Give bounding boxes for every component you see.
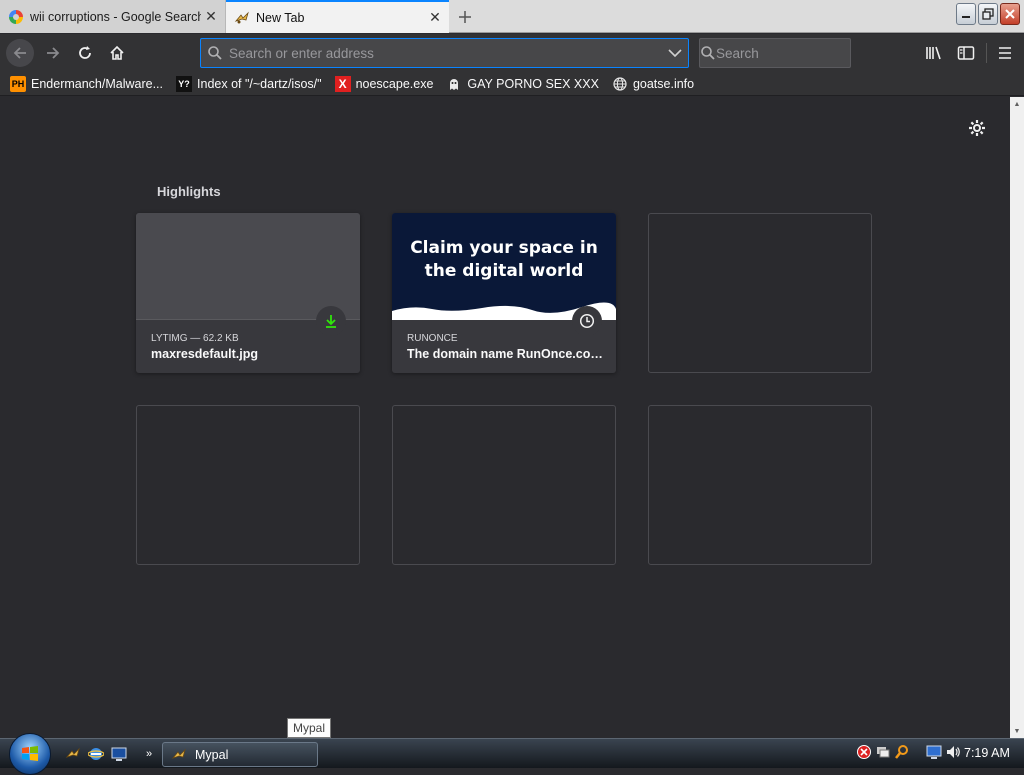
card-title: The domain name RunOnce.com... [407,347,603,361]
globe-icon [612,76,628,92]
toolbar-separator [986,43,987,63]
ie-quicklaunch-icon[interactable] [87,745,105,763]
taskbar-app-mypal[interactable]: Mypal [162,742,318,767]
yp-icon: Y? [176,75,193,92]
highlight-card[interactable]: Claim your space in the digital world RU… [392,213,616,373]
taskbar: » Mypal 7:19 AM [0,733,1024,775]
tab-new-tab[interactable]: New Tab ✕ [226,0,449,33]
reload-icon [79,46,91,59]
bookmarks-toolbar: PH Endermanch/Malware... Y? Index of "/~… [0,72,1024,96]
library-button[interactable] [922,41,946,65]
reload-button[interactable] [71,39,99,67]
start-button[interactable] [9,733,51,775]
card-meta: RUNONCE [407,333,458,344]
taskbar-tooltip: Mypal [287,718,332,738]
mypal-quicklaunch-icon[interactable] [64,745,82,763]
tab-label: wii corruptions - Google Search [30,9,201,24]
empty-card-placeholder [136,405,360,565]
clock-icon [572,306,602,336]
highlight-card[interactable]: LYTIMG — 62.2 KB maxresdefault.jpg [136,213,360,373]
close-tab-icon[interactable]: ✕ [201,7,221,27]
library-icon [926,46,941,60]
chevron-down-icon[interactable] [662,48,688,58]
search-bar[interactable] [699,38,893,68]
empty-card-placeholder [648,213,872,373]
forward-button[interactable] [39,39,67,67]
tab-label: New Tab [256,10,305,25]
bookmark-label: noescape.exe [355,76,434,91]
show-desktop-icon[interactable] [110,745,128,763]
card-meta: LYTIMG — 62.2 KB [151,333,239,344]
card-thumbnail [136,213,360,320]
empty-card-placeholder [392,405,616,565]
forward-arrow-icon [47,47,60,59]
security-alert-icon[interactable] [856,744,872,765]
bookmark-item[interactable]: GAY PORNO SEX XXX [446,76,599,92]
download-icon [316,306,346,336]
quicklaunch-overflow-icon[interactable]: » [140,745,158,763]
search-tray-icon[interactable] [894,744,910,765]
card-thumbnail: Claim your space in the digital world [392,213,616,320]
bookmark-item[interactable]: PH Endermanch/Malware... [10,75,164,92]
url-input[interactable] [229,45,662,61]
bookmark-label: goatse.info [632,76,695,91]
taskbar-app-label: Mypal [195,747,229,762]
new-tab-page: Highlights LYTIMG — 62.2 KB maxresdefaul… [0,97,1010,738]
bookmark-item[interactable]: Y? Index of "/~dartz/isos/" [176,75,322,92]
home-button[interactable] [103,39,131,67]
minimize-button[interactable] [956,3,976,25]
home-icon [110,45,124,60]
bookmark-item[interactable]: goatse.info [612,76,694,92]
nav-bar [0,34,1024,72]
mypal-icon [234,10,250,26]
tab-google-search[interactable]: wii corruptions - Google Search ✕ [0,0,226,33]
bookmark-item[interactable]: X noescape.exe [334,75,434,92]
taskbar-clock[interactable]: 7:19 AM [964,746,1010,760]
back-arrow-icon [13,47,26,59]
volume-icon[interactable] [945,744,961,765]
url-bar[interactable] [200,38,689,68]
ph-icon: PH [10,75,26,92]
window-controls [956,3,1020,25]
tab-strip: wii corruptions - Google Search ✕ New Ta… [0,0,1024,33]
menu-button[interactable] [993,41,1017,65]
close-tab-icon[interactable]: ✕ [425,8,445,28]
bookmark-label: Index of "/~dartz/isos/" [197,76,322,91]
bookmark-label: Endermanch/Malware... [31,76,164,91]
thumbnail-text: Claim your space in the digital world [410,238,598,281]
highlights-heading: Highlights [157,184,221,199]
system-tray [856,744,961,765]
hamburger-icon [999,47,1011,59]
empty-card-placeholder [648,405,872,565]
ghost-icon [446,76,462,92]
back-button[interactable] [6,39,34,67]
sidebar-button[interactable] [954,41,978,65]
display-icon[interactable] [926,744,942,765]
card-title: maxresdefault.jpg [151,347,258,361]
sidebar-icon [957,46,975,60]
network-icon[interactable] [875,744,891,765]
gear-icon[interactable] [966,117,988,139]
scroll-up-arrow[interactable]: ▲ [1010,97,1024,111]
vertical-scrollbar[interactable]: ▲ ▼ [1010,97,1024,738]
search-input[interactable] [716,45,893,61]
restore-button[interactable] [978,3,998,25]
x-icon: X [334,75,351,92]
windows-logo-icon [22,746,38,761]
mypal-icon [171,747,189,763]
scroll-down-arrow[interactable]: ▼ [1010,724,1024,738]
google-icon [8,9,24,25]
search-icon [201,45,229,61]
new-tab-button[interactable] [452,4,478,30]
search-icon [700,45,716,61]
close-window-button[interactable] [1000,3,1020,25]
bookmark-label: GAY PORNO SEX XXX [467,76,599,91]
